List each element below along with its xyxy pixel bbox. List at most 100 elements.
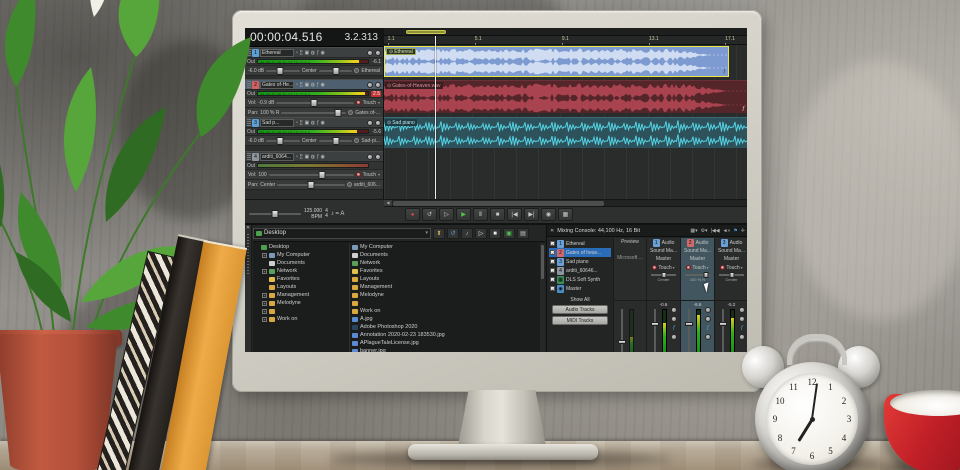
file-list[interactable]: My Computer Documents Network Favorites … (352, 243, 540, 352)
mute-solo-knobs[interactable] (367, 49, 381, 56)
track-icons[interactable]: ◔ ⣿ ▣ ◍ ƒ ◉ (295, 49, 325, 57)
file-item[interactable]: banner.jpg (352, 347, 540, 352)
mute-solo-knobs[interactable] (367, 119, 381, 126)
bus-assignment[interactable]: Ethereal (361, 68, 380, 74)
fx-icon[interactable]: ƒ (741, 325, 744, 331)
explorer-toolbar-icon[interactable]: ♪ (461, 227, 473, 239)
transport-button[interactable]: ■ (490, 208, 505, 221)
file-item[interactable]: Documents (352, 251, 540, 259)
fx-icon[interactable]: ƒ (673, 325, 676, 331)
mixer-track-row[interactable]: ✓ 2 Gates of heav... (549, 248, 611, 257)
transport-button[interactable]: ▷ (439, 208, 454, 221)
channel-pan-slider[interactable] (719, 272, 744, 278)
mixer-toolbar-icon[interactable]: ◄» (723, 228, 731, 234)
explorer-toolbar-icon[interactable]: ▷ (475, 227, 487, 239)
file-list-scrollbar[interactable] (540, 243, 545, 352)
transport-button[interactable]: ▶| (524, 208, 539, 221)
mute-knob[interactable] (367, 119, 373, 126)
transport-button[interactable]: ● (405, 208, 420, 221)
timeline-overview-bar[interactable] (384, 28, 747, 36)
fade-icon[interactable]: ƒ (742, 106, 745, 112)
automation-mode[interactable]: Touch (363, 100, 376, 106)
pan-slider[interactable] (277, 180, 345, 189)
channel-output-device[interactable]: Sound Ma... (681, 247, 714, 255)
channel-output-device[interactable]: Sound Ma... (647, 247, 680, 255)
time-ruler[interactable]: 1.1 5.1 9.1 13.1 17.1 (384, 36, 747, 45)
channel-fader[interactable] (651, 309, 659, 352)
fx-icon[interactable]: ƒ (707, 325, 710, 331)
mixer-filter-button[interactable]: MIDI Tracks (552, 316, 608, 325)
bpm-display[interactable]: 125.000 BPM (304, 208, 322, 220)
mixer-track-row[interactable]: ✓ ◉ Master (549, 284, 611, 293)
file-item[interactable]: Melodyne (352, 291, 540, 299)
volume-slider[interactable] (276, 98, 354, 107)
file-item[interactable]: Adobe Photoshop 2020 (352, 323, 540, 331)
knob[interactable] (705, 307, 711, 313)
bus-icon[interactable] (354, 138, 360, 143)
pan-slider[interactable] (318, 66, 353, 75)
pan-slider[interactable] (318, 136, 353, 145)
track-icons[interactable]: ◔ ⣿ ▣ ◍ ƒ ◉ (295, 153, 325, 161)
track-icons[interactable]: ◔ ⣿ ▣ ◍ ƒ ◉ (295, 81, 325, 89)
pan-slider[interactable] (281, 108, 347, 117)
vscroll-thumb[interactable] (541, 245, 544, 279)
channel-bus[interactable]: Master (715, 255, 747, 263)
knob[interactable] (671, 334, 677, 340)
channel-bus[interactable]: Master (681, 255, 714, 263)
preview-channel-strip[interactable]: Preview Microsoft ... (613, 238, 646, 352)
mute-knob[interactable] (367, 81, 373, 88)
mixer-toolbar-icon[interactable]: ✛ (741, 228, 745, 234)
knob[interactable] (739, 307, 745, 313)
knob[interactable] (739, 316, 745, 322)
transport-button[interactable]: ▶ (456, 208, 471, 221)
mute-knob[interactable] (367, 49, 373, 56)
pan-value[interactable]: Center (302, 68, 317, 74)
channel-strip[interactable]: 1 Audio Sound Ma... Master Touch ▾ Center … (646, 238, 680, 352)
pan-value[interactable]: Center (302, 138, 317, 144)
chevron-down-icon[interactable]: ▾ (673, 265, 675, 270)
transport-button[interactable]: ▦ (558, 208, 573, 221)
channel-fader[interactable] (719, 309, 727, 352)
mixer-track-list[interactable]: ✓ 1 Ethereal ✓ 2 Gates of heav... ✓ 3 Sa… (549, 239, 611, 293)
file-item[interactable]: Layouts (352, 275, 540, 283)
audio-clip-gates[interactable]: ⊙ Gates-of-Heaven.wav ƒ (384, 80, 747, 113)
mixer-track-row[interactable]: ✓ 4 arditi_60646... (549, 266, 611, 275)
audio-clip-sad-piano[interactable]: ⊙ Sad piano (384, 117, 747, 148)
automation-icon[interactable] (355, 100, 361, 105)
timeline[interactable]: 1.1 5.1 9.1 13.1 17.1 ⊙ Ethereal ƒ ⊙ Gates-of-… (383, 28, 747, 199)
show-all-label[interactable]: Show All (549, 297, 611, 303)
mixer-toolbar-icon[interactable]: ⚙▾ (701, 228, 708, 234)
file-item[interactable]: My Computer (352, 243, 540, 251)
bus-icon[interactable] (346, 182, 352, 187)
knob[interactable] (671, 307, 677, 313)
file-item[interactable]: Favorites (352, 267, 540, 275)
explorer-toolbar-icon[interactable]: ■ (489, 227, 501, 239)
mixer-track-row[interactable]: ✓ 1 Ethereal (549, 239, 611, 248)
mixer-toolbar-icon[interactable]: ⚑ (733, 228, 737, 234)
file-item[interactable] (352, 299, 540, 307)
checkbox[interactable]: ✓ (550, 250, 555, 256)
automation-mode[interactable]: Touch (363, 172, 376, 178)
transport-button[interactable]: Ⅱ (473, 208, 488, 221)
bus-icon[interactable] (354, 68, 360, 73)
automation-icon[interactable] (720, 265, 726, 270)
channel-bus[interactable]: Master (647, 255, 680, 263)
chevron-down-icon[interactable]: ▾ (707, 265, 709, 270)
file-item[interactable]: Work on (352, 307, 540, 315)
channel-strip[interactable]: 3 Audio Sound Ma... Master Touch ▾ Center … (714, 238, 747, 352)
automation-mode[interactable]: Touch (726, 265, 739, 271)
bus-icon[interactable] (348, 110, 354, 115)
track-icons[interactable]: ◔ ⣿ ▣ ◍ ƒ ◉ (295, 119, 325, 127)
checkbox[interactable]: ✓ (550, 268, 555, 274)
preview-fader[interactable] (618, 309, 626, 352)
mixer-toolbar-icon[interactable]: ▦▾ (690, 228, 697, 234)
transport-button[interactable]: ↺ (422, 208, 437, 221)
knob[interactable] (705, 316, 711, 322)
file-item[interactable]: Management (352, 283, 540, 291)
solo-knob[interactable] (375, 119, 381, 126)
channel-pan-slider[interactable] (651, 272, 676, 278)
checkbox[interactable]: ✓ (550, 241, 555, 247)
mixer-track-row[interactable]: ✓ ▦ DLS Soft Synth (549, 275, 611, 284)
mixer-filter-button[interactable]: Audio Tracks (552, 305, 608, 314)
automation-mode[interactable]: Touch (658, 265, 671, 271)
